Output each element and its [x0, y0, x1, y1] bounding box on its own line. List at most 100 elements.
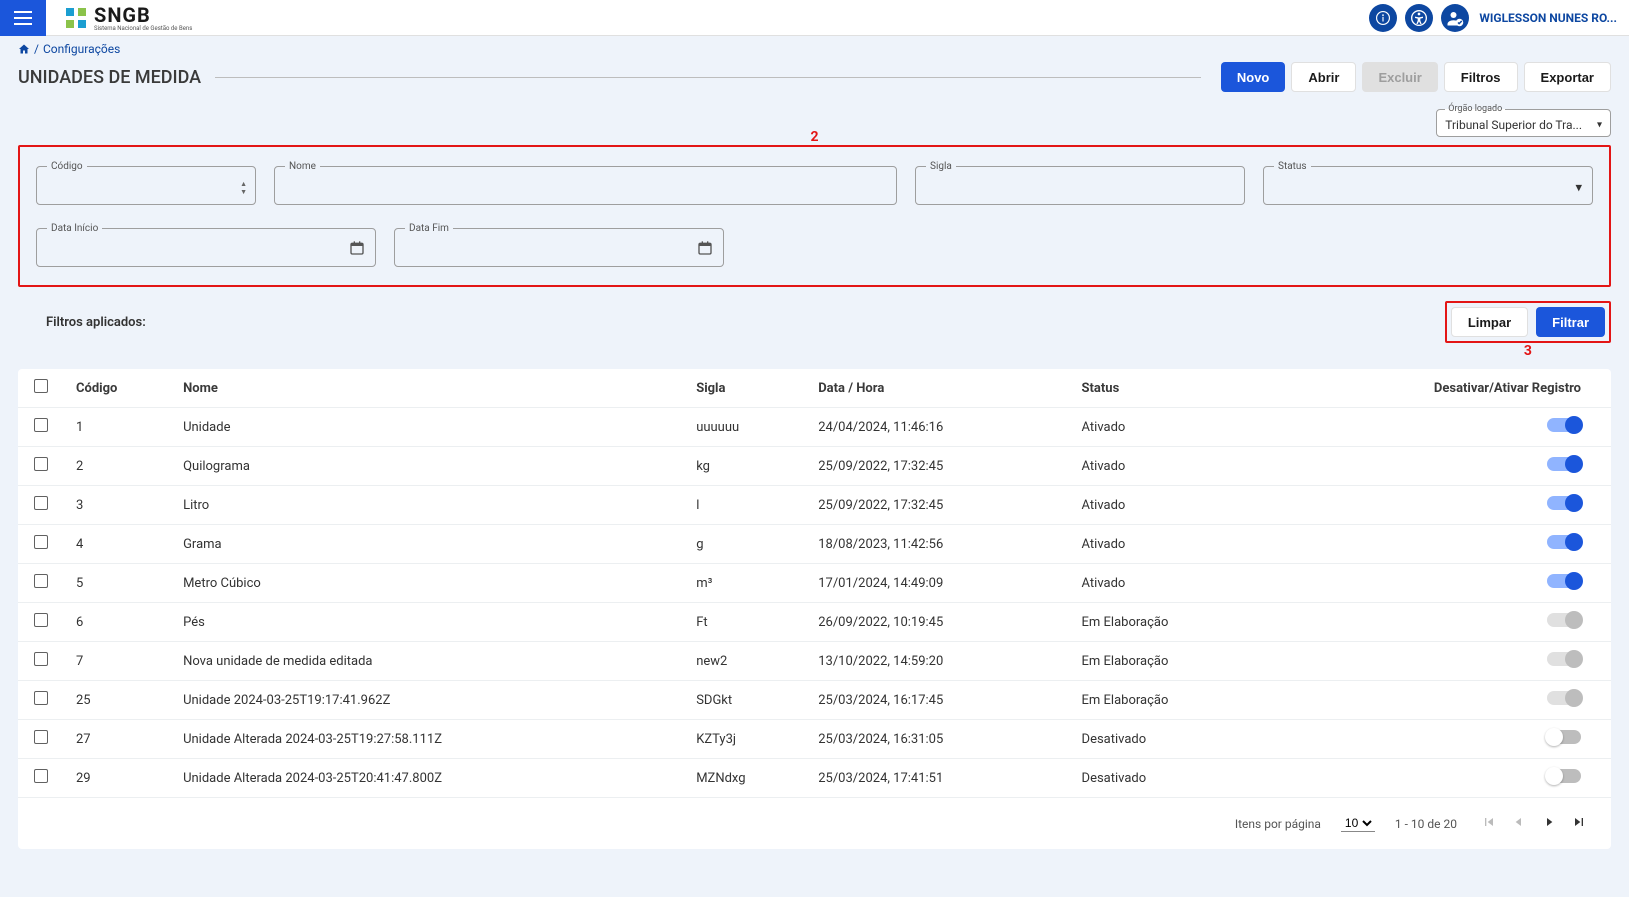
nome-input[interactable]	[285, 180, 886, 195]
calendar-icon[interactable]	[349, 240, 365, 260]
row-checkbox[interactable]	[34, 574, 48, 588]
cell-data: 13/10/2022, 14:59:20	[810, 642, 1073, 681]
accessibility-button[interactable]	[1405, 4, 1433, 32]
abrir-button[interactable]: Abrir	[1291, 62, 1356, 92]
cell-codigo: 27	[68, 720, 175, 759]
row-checkbox[interactable]	[34, 496, 48, 510]
data-fim-label: Data Fim	[405, 223, 453, 234]
user-name[interactable]: WIGLESSON NUNES RO...	[1479, 11, 1617, 25]
cell-sigla: l	[688, 486, 810, 525]
row-toggle[interactable]	[1547, 457, 1581, 471]
table-row[interactable]: 1Unidadeuuuuuu24/04/2024, 11:46:16Ativad…	[18, 408, 1611, 447]
filter-panel: 2 Código ▲▼ Nome Sigla Status ▾	[18, 145, 1611, 287]
row-toggle[interactable]	[1547, 496, 1581, 510]
table-row[interactable]: 4Gramag18/08/2023, 11:42:56Ativado	[18, 525, 1611, 564]
last-page-button[interactable]	[1567, 810, 1591, 837]
data-inicio-input[interactable]	[47, 242, 365, 257]
row-toggle[interactable]	[1547, 574, 1581, 588]
cell-data: 25/03/2024, 16:31:05	[810, 720, 1073, 759]
next-page-button[interactable]	[1537, 810, 1561, 837]
cell-data: 17/01/2024, 14:49:09	[810, 564, 1073, 603]
cell-data: 25/09/2022, 17:32:45	[810, 486, 1073, 525]
row-checkbox[interactable]	[34, 652, 48, 666]
cell-codigo: 5	[68, 564, 175, 603]
row-checkbox[interactable]	[34, 691, 48, 705]
col-status[interactable]: Status	[1074, 369, 1266, 408]
table-row[interactable]: 5Metro Cúbicom³17/01/2024, 14:49:09Ativa…	[18, 564, 1611, 603]
spinner-icon[interactable]: ▲▼	[240, 180, 247, 196]
sigla-input[interactable]	[926, 180, 1234, 195]
row-checkbox[interactable]	[34, 769, 48, 783]
cell-sigla: kg	[688, 447, 810, 486]
row-toggle[interactable]	[1547, 730, 1581, 744]
annotation-2: 2	[810, 129, 818, 145]
status-input[interactable]	[1274, 180, 1582, 195]
orgao-select[interactable]: Órgão logado Tribunal Superior do Tra...	[1436, 104, 1611, 137]
cell-data: 25/03/2024, 17:41:51	[810, 759, 1073, 798]
cell-status: Ativado	[1074, 408, 1266, 447]
row-toggle[interactable]	[1547, 418, 1581, 432]
nome-field[interactable]: Nome	[274, 161, 897, 205]
page-range: 1 - 10 de 20	[1395, 817, 1457, 831]
exportar-button[interactable]: Exportar	[1524, 62, 1611, 92]
filtrar-button[interactable]: Filtrar	[1536, 307, 1605, 337]
info-button[interactable]	[1369, 4, 1397, 32]
row-checkbox[interactable]	[34, 613, 48, 627]
row-toggle	[1547, 652, 1581, 666]
cell-codigo: 6	[68, 603, 175, 642]
codigo-field[interactable]: Código ▲▼	[36, 161, 256, 205]
data-fim-field[interactable]: Data Fim	[394, 223, 724, 267]
codigo-input[interactable]	[47, 180, 245, 195]
table-row[interactable]: 25Unidade 2024-03-25T19:17:41.962ZSDGkt2…	[18, 681, 1611, 720]
page-size-select[interactable]: 10	[1341, 815, 1375, 832]
row-checkbox[interactable]	[34, 418, 48, 432]
cell-nome: Litro	[175, 486, 688, 525]
breadcrumb-item[interactable]: Configurações	[43, 42, 120, 56]
select-all-checkbox[interactable]	[34, 379, 48, 393]
sigla-field[interactable]: Sigla	[915, 161, 1245, 205]
cell-status: Ativado	[1074, 564, 1266, 603]
row-checkbox[interactable]	[34, 730, 48, 744]
logo-text: SNGB	[94, 3, 192, 27]
cell-nome: Quilograma	[175, 447, 688, 486]
cell-data: 24/04/2024, 11:46:16	[810, 408, 1073, 447]
table-row[interactable]: 6PésFt26/09/2022, 10:19:45Em Elaboração	[18, 603, 1611, 642]
cell-nome: Metro Cúbico	[175, 564, 688, 603]
codigo-label: Código	[47, 161, 87, 172]
nome-label: Nome	[285, 161, 320, 172]
cell-nome: Unidade Alterada 2024-03-25T19:27:58.111…	[175, 720, 688, 759]
data-inicio-field[interactable]: Data Início	[36, 223, 376, 267]
table-row[interactable]: 29Unidade Alterada 2024-03-25T20:41:47.8…	[18, 759, 1611, 798]
calendar-icon[interactable]	[697, 240, 713, 260]
applied-filters-label: Filtros aplicados:	[46, 315, 146, 330]
col-nome[interactable]: Nome	[175, 369, 688, 408]
row-toggle[interactable]	[1547, 769, 1581, 783]
status-label: Status	[1274, 161, 1311, 172]
logo: SNGB Sistema Nacional de Gestão de Bens	[64, 3, 192, 32]
col-data[interactable]: Data / Hora	[810, 369, 1073, 408]
filter-button-group: Limpar Filtrar 3	[1445, 301, 1611, 343]
breadcrumb-sep: /	[34, 42, 39, 56]
table-row[interactable]: 2Quilogramakg25/09/2022, 17:32:45Ativado	[18, 447, 1611, 486]
row-checkbox[interactable]	[34, 457, 48, 471]
cell-status: Ativado	[1074, 486, 1266, 525]
user-avatar-button[interactable]	[1441, 4, 1469, 32]
status-field[interactable]: Status ▾	[1263, 161, 1593, 205]
cell-codigo: 7	[68, 642, 175, 681]
filtros-button[interactable]: Filtros	[1444, 62, 1518, 92]
col-codigo[interactable]: Código	[68, 369, 175, 408]
menu-button[interactable]	[0, 0, 46, 36]
breadcrumb[interactable]: / Configurações	[18, 42, 1611, 56]
limpar-button[interactable]: Limpar	[1451, 307, 1528, 337]
table-row[interactable]: 27Unidade Alterada 2024-03-25T19:27:58.1…	[18, 720, 1611, 759]
row-checkbox[interactable]	[34, 535, 48, 549]
table-row[interactable]: 7Nova unidade de medida editadanew213/10…	[18, 642, 1611, 681]
col-sigla[interactable]: Sigla	[688, 369, 810, 408]
row-toggle[interactable]	[1547, 535, 1581, 549]
data-fim-input[interactable]	[405, 242, 713, 257]
row-toggle	[1547, 691, 1581, 705]
dropdown-icon: ▾	[1575, 181, 1582, 196]
novo-button[interactable]: Novo	[1221, 62, 1286, 92]
cell-status: Em Elaboração	[1074, 681, 1266, 720]
table-row[interactable]: 3Litrol25/09/2022, 17:32:45Ativado	[18, 486, 1611, 525]
